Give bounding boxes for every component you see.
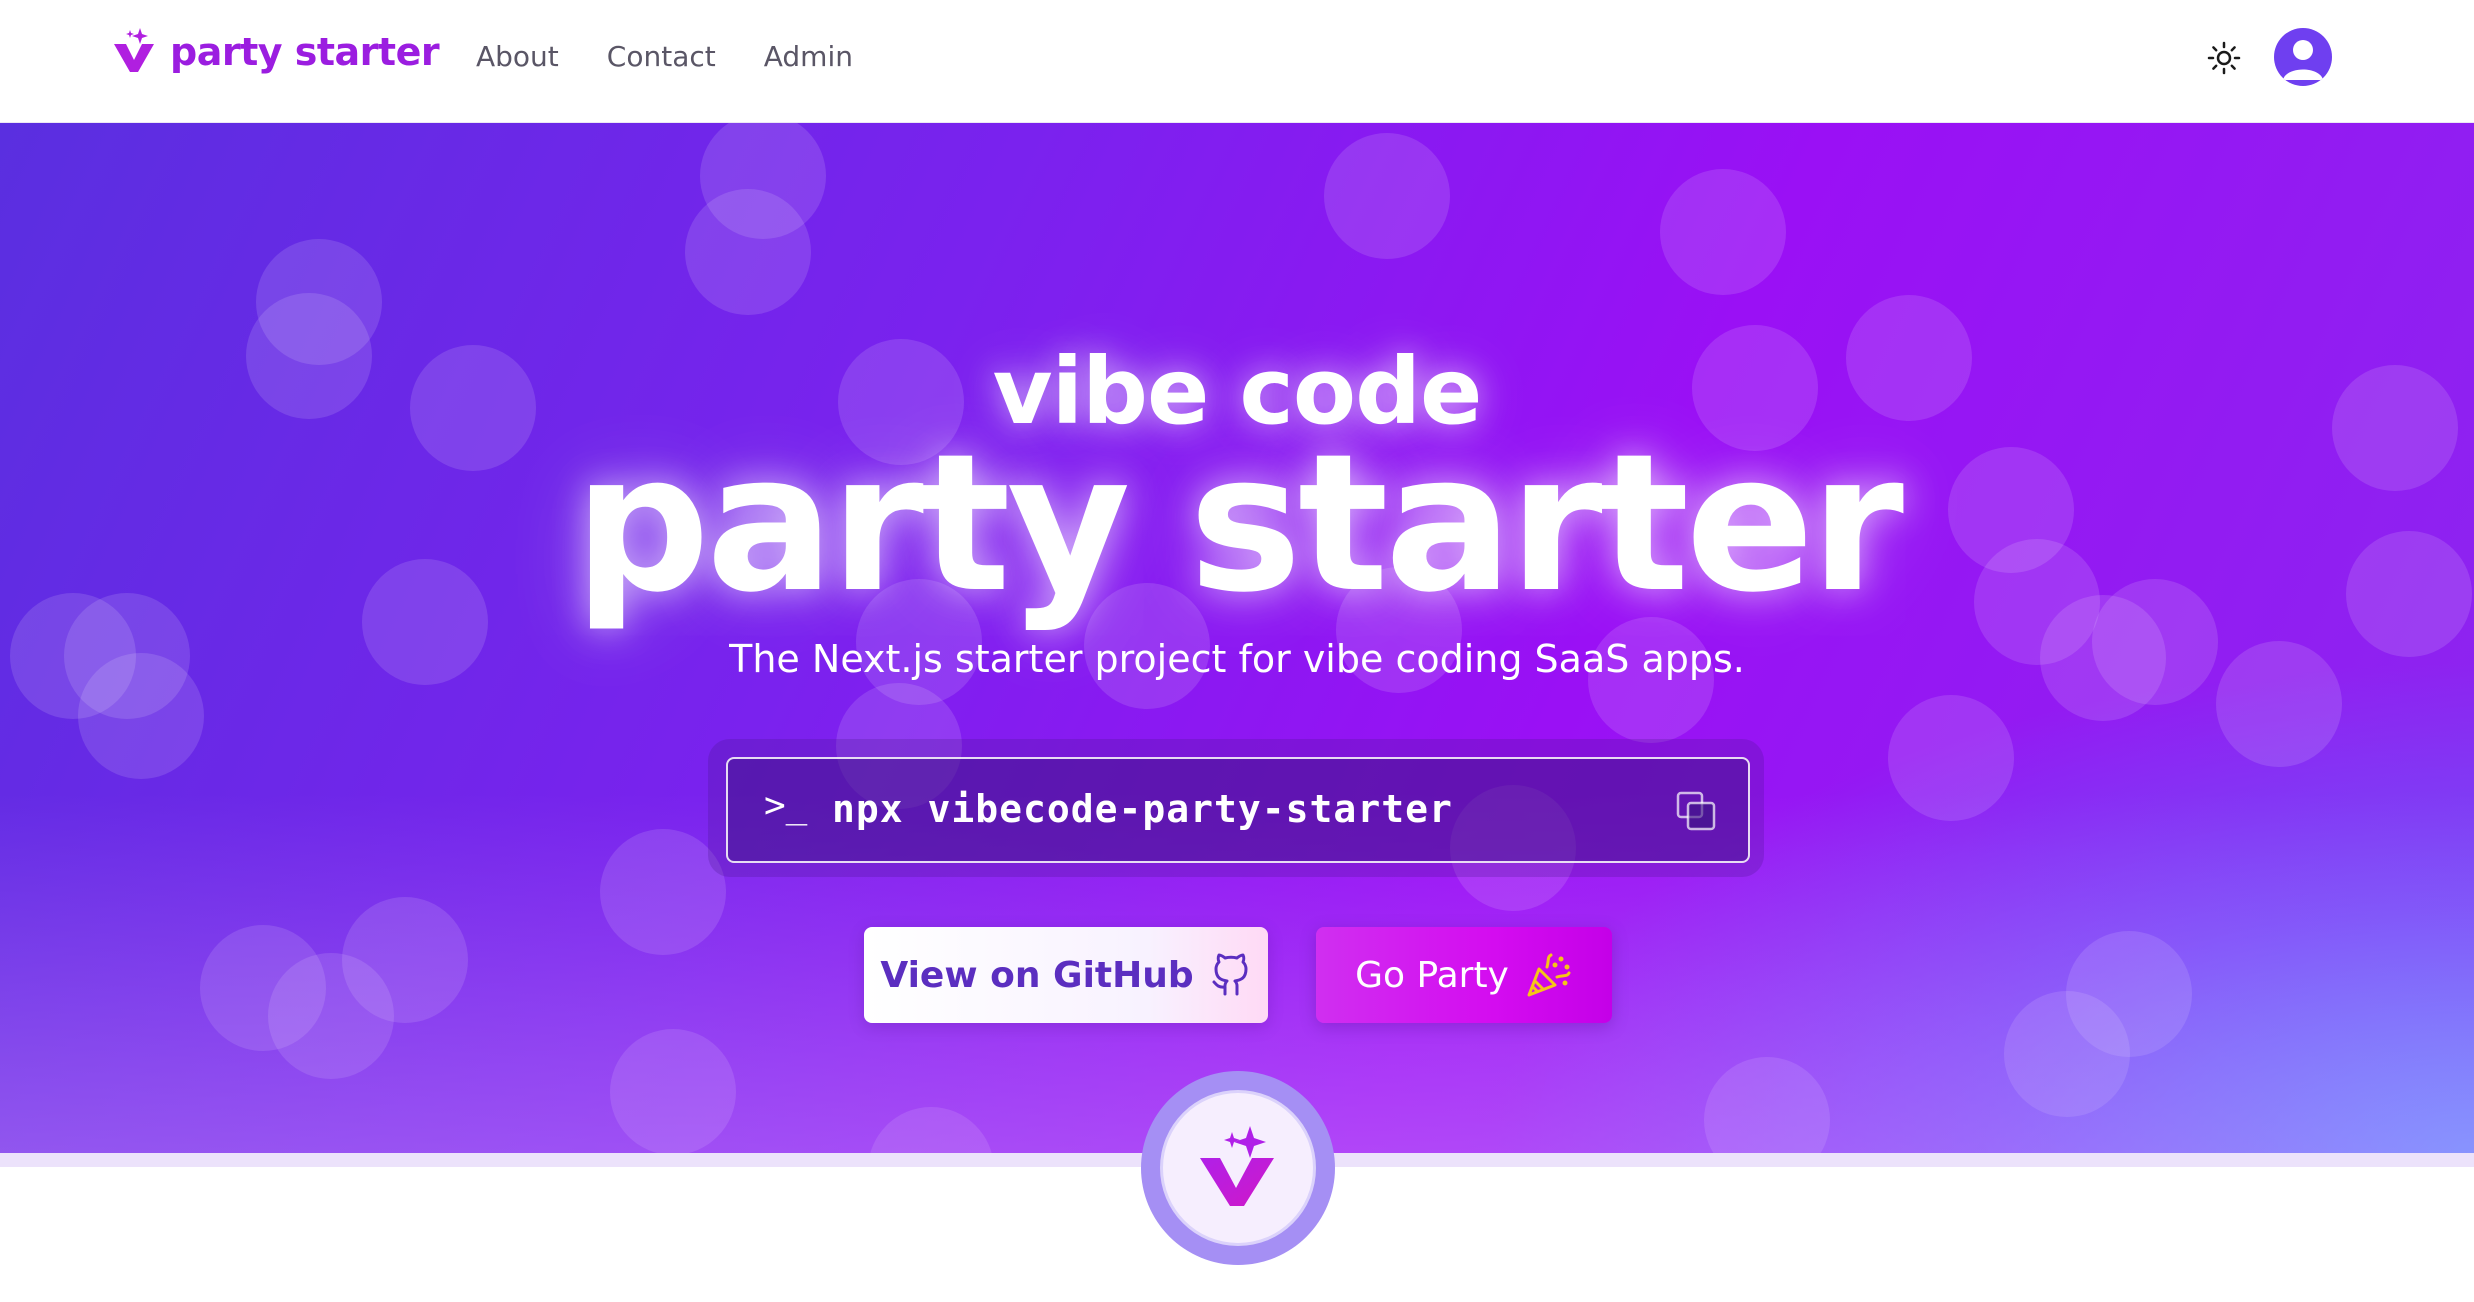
user-avatar-button[interactable] [2274,28,2332,86]
logo-badge [1141,1071,1335,1265]
logo-badge-inner [1163,1093,1313,1243]
brand-name: party starter [170,30,440,74]
top-nav-bar: party starter About Contact Admin [0,0,2474,123]
go-party-button[interactable]: Go Party [1316,927,1612,1023]
nav-link-about[interactable]: About [476,40,559,73]
party-popper-icon [1527,953,1571,997]
nav-link-admin[interactable]: Admin [764,40,853,73]
hero-title-big: party starter [574,413,1904,634]
user-avatar-icon [2283,40,2323,80]
sun-icon[interactable] [2206,40,2242,76]
terminal-prompt-icon: >_ [764,785,808,826]
github-icon [1212,953,1248,996]
sparkle-v-logo-icon [114,28,154,72]
hero-section: vibe code party starter The Next.js star… [0,123,2474,1153]
main-nav: About Contact Admin [476,40,901,73]
install-command-text: npx vibecode-party-starter [832,787,1453,831]
view-on-github-button[interactable]: View on GitHub [864,927,1268,1023]
sparkle-v-badge-icon [1200,1126,1274,1206]
copy-icon[interactable] [1674,789,1718,833]
install-command-box[interactable]: >_ npx vibecode-party-starter [726,757,1750,863]
nav-link-contact[interactable]: Contact [607,40,716,73]
hero-subtitle: The Next.js starter project for vibe cod… [729,637,1745,681]
github-button-label: View on GitHub [880,954,1194,996]
brand-logo-link[interactable]: party starter [110,26,440,78]
party-button-label: Go Party [1355,954,1509,996]
